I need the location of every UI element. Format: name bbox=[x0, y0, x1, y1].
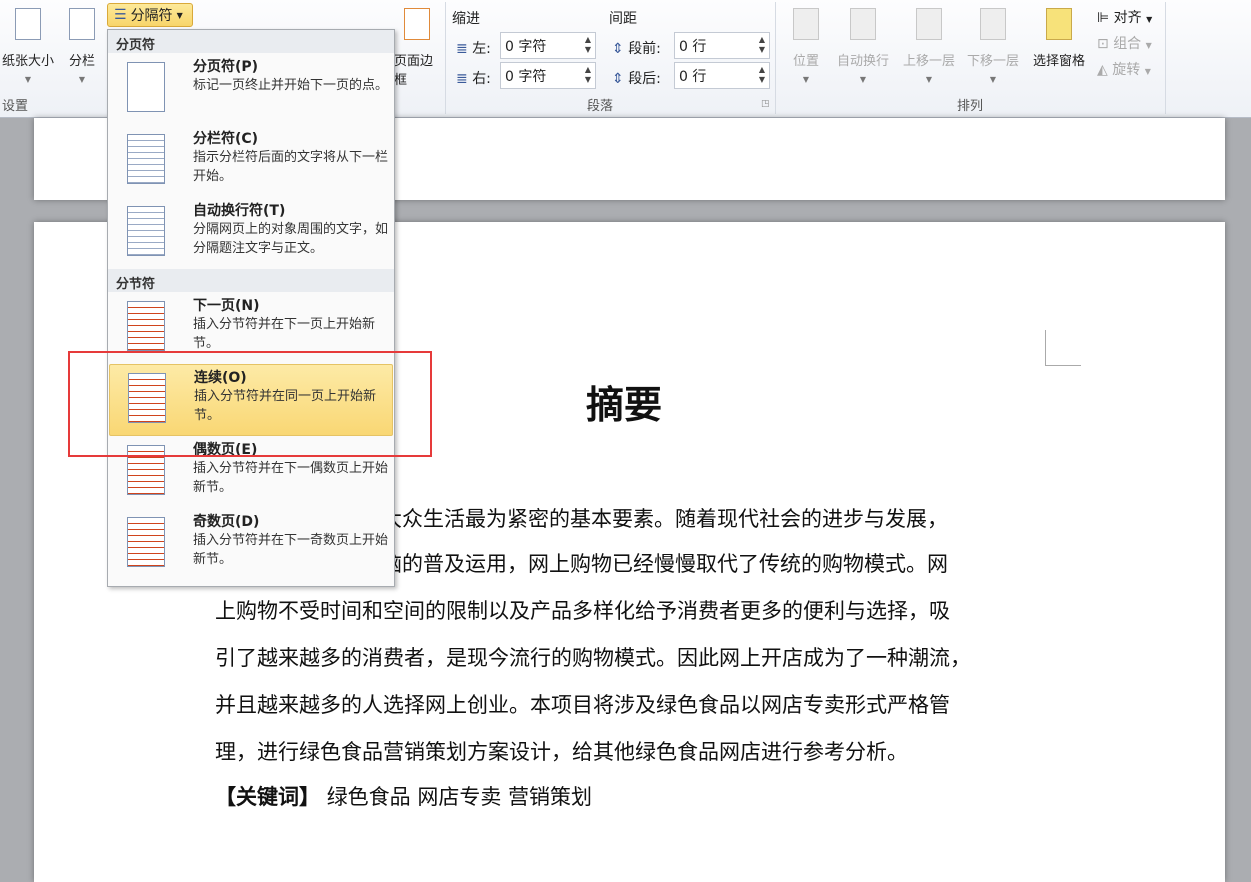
wrap-text-icon bbox=[850, 8, 876, 40]
spinner-icon[interactable]: ▲ ▼ bbox=[585, 65, 591, 85]
menu-item-text-wrapping[interactable]: 自动换行符(T) 分隔网页上的对象周围的文字，如分隔题注文字与正文。 bbox=[108, 197, 394, 269]
body-line: 并且越来越多的人选择网上创业。本项目将涉及绿色食品以网店专卖形式严格管 bbox=[215, 693, 950, 717]
spacing-after-label: ⇕ 段后: bbox=[612, 71, 661, 87]
indent-right-input[interactable]: 0 字符 ▲ ▼ bbox=[500, 62, 596, 89]
indent-right-label: ≣ 右: bbox=[456, 71, 491, 87]
arrange-group-label: 排列 bbox=[956, 99, 983, 114]
paragraph-group-label: 段落 bbox=[586, 99, 613, 114]
page-break-icon bbox=[127, 62, 165, 112]
page-borders-button[interactable]: 页面边框 bbox=[392, 8, 442, 88]
position-button[interactable]: 位置 ▼ bbox=[786, 8, 826, 84]
spinner-icon[interactable]: ▲ ▼ bbox=[759, 35, 765, 55]
bring-forward-icon bbox=[916, 8, 942, 40]
spacing-after-icon: ⇕ bbox=[612, 71, 624, 87]
bring-forward-button[interactable]: 上移一层 ▼ bbox=[898, 8, 960, 84]
send-backward-button[interactable]: 下移一层 ▼ bbox=[962, 8, 1024, 84]
indent-left-icon: ≣ bbox=[456, 41, 468, 57]
menu-item-page-break[interactable]: 分页符(P) 标记一页终止并开始下一页的点。 bbox=[108, 53, 394, 125]
margin-corner-mark bbox=[1045, 330, 1081, 366]
columns-button[interactable]: 分栏 ▼ bbox=[62, 8, 102, 84]
section-breaks-header: 分节符 bbox=[108, 269, 394, 292]
columns-icon bbox=[69, 8, 95, 40]
indent-right-icon: ≣ bbox=[456, 71, 468, 87]
body-line: 引了越来越多的消费者，是现今流行的购物模式。因此网上开店成为了一种潮流， bbox=[215, 646, 971, 670]
body-line: 上购物不受时间和空间的限制以及产品多样化给予消费者更多的便利与选择，吸 bbox=[215, 599, 950, 623]
spinner-icon[interactable]: ▲ ▼ bbox=[759, 65, 765, 85]
rotate-button[interactable]: ◭ 旋转 ▼ bbox=[1097, 59, 1151, 79]
indent-left-input[interactable]: 0 字符 ▲ ▼ bbox=[500, 32, 596, 59]
selection-pane-icon bbox=[1046, 8, 1072, 40]
selection-pane-button[interactable]: 选择窗格 bbox=[1027, 8, 1091, 69]
spacing-label: 间距 bbox=[609, 11, 637, 27]
align-button[interactable]: ⊫ 对齐 ▼ bbox=[1097, 7, 1152, 27]
spacing-before-icon: ⇕ bbox=[612, 41, 624, 57]
text-wrapping-icon bbox=[127, 206, 165, 256]
next-page-icon bbox=[127, 301, 165, 351]
keywords-line: 【关键词】 绿色食品 网店专卖 营销策划 bbox=[215, 781, 592, 811]
spacing-after-input[interactable]: 0 行 ▲ ▼ bbox=[674, 62, 770, 89]
breaks-button[interactable]: ☰ 分隔符 ▼ bbox=[107, 3, 193, 27]
dialog-launcher-icon[interactable]: ◳ bbox=[761, 99, 770, 109]
spinner-icon[interactable]: ▲ ▼ bbox=[585, 35, 591, 55]
group-icon: ⊡ bbox=[1097, 36, 1109, 52]
document-title: 摘要 bbox=[586, 383, 663, 427]
menu-item-column-break[interactable]: 分栏符(C) 指示分栏符后面的文字将从下一栏开始。 bbox=[108, 125, 394, 197]
menu-item-odd-page[interactable]: 奇数页(D) 插入分节符并在下一奇数页上开始新节。 bbox=[108, 508, 394, 580]
paper-size-button[interactable]: 纸张大小 ▼ bbox=[0, 8, 56, 84]
page-borders-icon bbox=[404, 8, 430, 40]
page-breaks-header: 分页符 bbox=[108, 30, 394, 53]
highlight-annotation-box bbox=[68, 351, 432, 457]
breaks-dropdown-menu: 分页符 分页符(P) 标记一页终止并开始下一页的点。 分栏符(C) 指示分栏符后面的… bbox=[107, 29, 395, 587]
rotate-icon: ◭ bbox=[1097, 62, 1108, 78]
group-button[interactable]: ⊡ 组合 ▼ bbox=[1097, 33, 1152, 53]
odd-page-icon bbox=[127, 517, 165, 567]
spacing-before-label: ⇕ 段前: bbox=[612, 41, 661, 57]
breaks-icon: ☰ bbox=[114, 7, 127, 23]
body-line: 电脑的普及运用，网上购物已经慢慢取代了传统的购物模式。网 bbox=[360, 552, 948, 576]
indent-left-label: ≣ 左: bbox=[456, 41, 491, 57]
keywords: 绿色食品 网店专卖 营销策划 bbox=[326, 785, 593, 809]
body-line: 理，进行绿色食品营销策划方案设计，给其他绿色食品网店进行参考分析。 bbox=[215, 740, 908, 764]
column-break-icon bbox=[127, 134, 165, 184]
page-setup-group-label: 设置 bbox=[1, 99, 28, 114]
spacing-before-input[interactable]: 0 行 ▲ ▼ bbox=[674, 32, 770, 59]
body-line: 和大众生活最为紧密的基本要素。随着现代社会的进步与发展， bbox=[360, 507, 948, 531]
paper-size-icon bbox=[15, 8, 41, 40]
keywords-label: 【关键词】 bbox=[215, 784, 320, 809]
wrap-text-button[interactable]: 自动换行 ▼ bbox=[832, 8, 894, 84]
position-icon bbox=[793, 8, 819, 40]
send-backward-icon bbox=[980, 8, 1006, 40]
align-icon: ⊫ bbox=[1097, 10, 1110, 26]
indent-label: 缩进 bbox=[452, 11, 480, 27]
